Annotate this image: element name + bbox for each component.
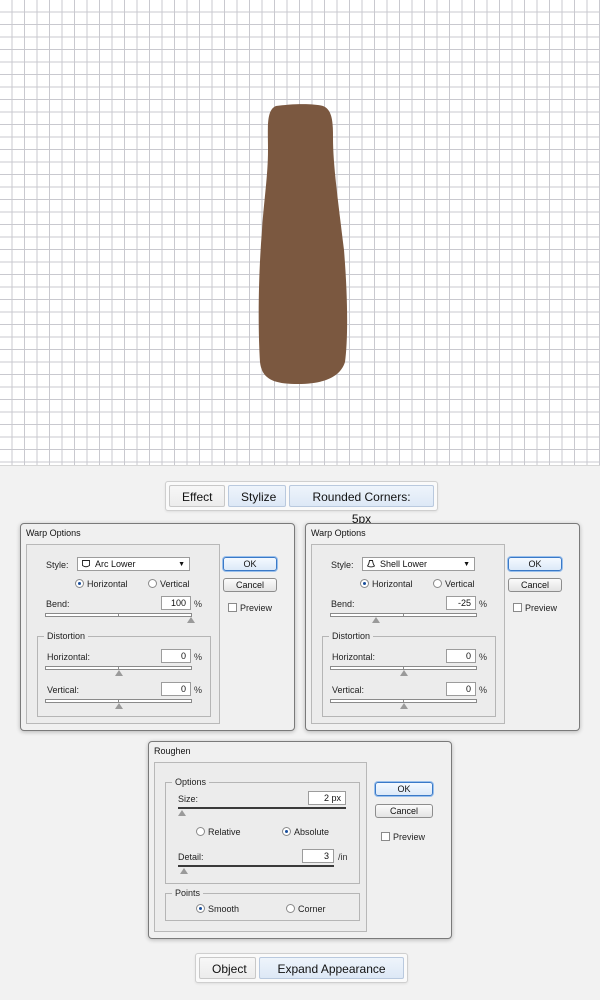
dialog-title: Warp Options — [311, 528, 366, 538]
menu-stylize[interactable]: Stylize — [228, 485, 286, 507]
vertical-radio[interactable] — [433, 579, 442, 588]
style-label: Style: — [331, 560, 354, 570]
detail-field[interactable]: 3 — [302, 849, 334, 863]
bend-unit: % — [194, 599, 203, 609]
ok-button[interactable]: OK — [375, 782, 433, 796]
cancel-button[interactable]: Cancel — [508, 578, 562, 592]
points-group: Points Smooth Corner — [165, 888, 360, 921]
menu-effect[interactable]: Effect — [169, 485, 225, 507]
relative-label: Relative — [208, 827, 241, 837]
dist-v-slider-thumb[interactable] — [115, 703, 123, 709]
preview-checkbox[interactable] — [228, 603, 237, 612]
dist-v-field[interactable]: 0 — [446, 682, 476, 696]
artboard-grid — [0, 0, 600, 466]
dist-h-unit: % — [194, 652, 203, 662]
bend-slider-thumb[interactable] — [372, 617, 380, 623]
horizontal-radio-label: Horizontal — [372, 579, 413, 589]
vertical-radio-label: Vertical — [160, 579, 190, 589]
ok-button[interactable]: OK — [508, 557, 562, 571]
chevron-down-icon: ▼ — [178, 561, 185, 568]
dist-h-slider-thumb[interactable] — [115, 670, 123, 676]
shell-lower-icon — [367, 560, 375, 568]
style-value: Arc Lower — [95, 559, 136, 569]
dist-h-slider-thumb[interactable] — [400, 670, 408, 676]
style-dropdown[interactable]: Arc Lower ▼ — [77, 557, 190, 571]
bend-label: Bend: — [46, 599, 70, 609]
distortion-title: Distortion — [44, 631, 89, 641]
relative-radio[interactable] — [196, 827, 205, 836]
preview-checkbox[interactable] — [513, 603, 522, 612]
absolute-radio[interactable] — [282, 827, 291, 836]
arc-lower-icon — [82, 560, 90, 568]
ok-button[interactable]: OK — [223, 557, 277, 571]
bend-field[interactable]: 100 — [161, 596, 191, 610]
size-field[interactable]: 2 px — [308, 791, 346, 805]
detail-slider[interactable] — [178, 865, 334, 867]
bend-unit: % — [479, 599, 488, 609]
roughen-dialog: Roughen Options Size: 2 px Relative Abso… — [148, 741, 452, 939]
bend-slider-thumb[interactable] — [187, 617, 195, 623]
size-label: Size: — [178, 794, 199, 804]
bend-slider[interactable] — [45, 613, 192, 617]
corner-radio[interactable] — [286, 904, 295, 913]
warp-settings-panel: Style: Shell Lower ▼ Horizontal Vertical… — [311, 544, 505, 724]
dist-v-label: Vertical: — [47, 685, 80, 695]
preview-label: Preview — [240, 603, 273, 613]
detail-slider-thumb[interactable] — [180, 868, 188, 874]
dist-h-label: Horizontal: — [47, 652, 91, 662]
bend-slider[interactable] — [330, 613, 477, 617]
style-dropdown[interactable]: Shell Lower ▼ — [362, 557, 475, 571]
menu-path-object: Object Expand Appearance — [195, 953, 408, 983]
horizontal-radio[interactable] — [360, 579, 369, 588]
menu-rounded-corners[interactable]: Rounded Corners: 5px — [289, 485, 434, 526]
absolute-label: Absolute — [294, 827, 330, 837]
dist-h-label: Horizontal: — [332, 652, 376, 662]
size-slider[interactable] — [178, 807, 346, 809]
smooth-label: Smooth — [208, 904, 240, 914]
preview-checkbox[interactable] — [381, 832, 390, 841]
menu-path-effect: Effect Stylize Rounded Corners: 5px — [165, 481, 438, 526]
roughen-settings-panel: Options Size: 2 px Relative Absolute Det… — [154, 762, 367, 932]
dist-v-unit: % — [194, 685, 203, 695]
chevron-down-icon: ▼ — [463, 561, 470, 568]
dist-v-label: Vertical: — [332, 685, 365, 695]
menu-expand-appearance[interactable]: Expand Appearance — [259, 957, 404, 979]
dialog-title: Warp Options — [26, 528, 81, 538]
menu-object[interactable]: Object — [199, 957, 256, 979]
preview-label: Preview — [393, 832, 426, 842]
style-label: Style: — [46, 560, 69, 570]
style-value: Shell Lower — [380, 559, 428, 569]
dist-v-field[interactable]: 0 — [161, 682, 191, 696]
warp-options-dialog-2: Warp Options Style: Shell Lower ▼ Horizo… — [305, 523, 580, 731]
dialog-title: Roughen — [154, 746, 191, 756]
corner-label: Corner — [298, 904, 326, 914]
detail-label: Detail: — [178, 852, 204, 862]
options-title: Options — [172, 777, 210, 787]
dist-h-field[interactable]: 0 — [446, 649, 476, 663]
horizontal-radio[interactable] — [75, 579, 84, 588]
horizontal-radio-label: Horizontal — [87, 579, 128, 589]
bend-field[interactable]: -25 — [446, 596, 476, 610]
options-group: Options Size: 2 px Relative Absolute Det… — [165, 777, 360, 884]
vertical-radio[interactable] — [148, 579, 157, 588]
warp-settings-panel: Style: Arc Lower ▼ Horizontal Vertical B… — [26, 544, 220, 724]
dist-v-unit: % — [479, 685, 488, 695]
distortion-group: Distortion Horizontal: 0 % Vertical: 0 % — [37, 631, 211, 717]
points-title: Points — [172, 888, 204, 898]
size-slider-thumb[interactable] — [178, 810, 186, 816]
vertical-radio-label: Vertical — [445, 579, 475, 589]
smooth-radio[interactable] — [196, 904, 205, 913]
brown-shape — [258, 104, 348, 385]
cancel-button[interactable]: Cancel — [375, 804, 433, 818]
dist-v-slider-thumb[interactable] — [400, 703, 408, 709]
bend-label: Bend: — [331, 599, 355, 609]
distortion-title: Distortion — [329, 631, 374, 641]
warp-options-dialog-1: Warp Options Style: Arc Lower ▼ Horizont… — [20, 523, 295, 731]
preview-label: Preview — [525, 603, 558, 613]
distortion-group: Distortion Horizontal: 0 % Vertical: 0 % — [322, 631, 496, 717]
detail-unit: /in — [338, 852, 348, 862]
dist-h-unit: % — [479, 652, 488, 662]
dist-h-field[interactable]: 0 — [161, 649, 191, 663]
cancel-button[interactable]: Cancel — [223, 578, 277, 592]
